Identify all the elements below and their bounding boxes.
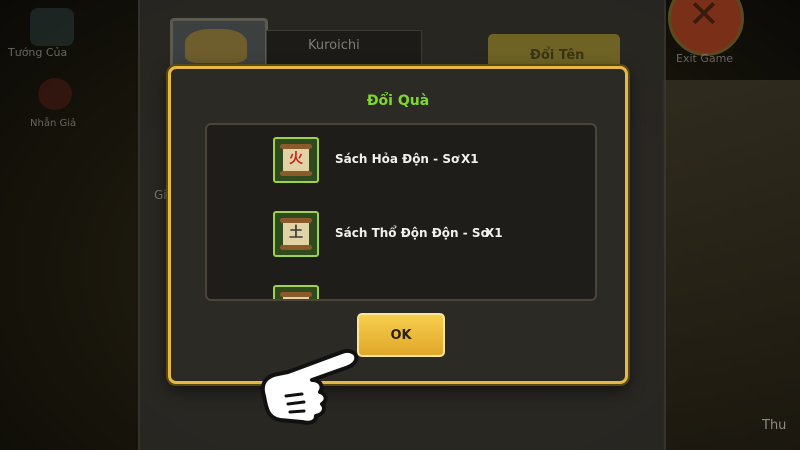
reward-item: 土 Sách Thổ Độn Độn - Sơ X1: [273, 211, 573, 261]
scroll-book-icon: 火: [273, 137, 319, 183]
corner-label: Thu: [762, 418, 787, 433]
reward-item: 火 Sách Hỏa Độn - Sơ X1: [273, 137, 573, 187]
ok-button[interactable]: OK: [357, 313, 445, 357]
scroll-book-icon: [273, 285, 319, 299]
hero-list-label: Tướng Của: [8, 46, 68, 59]
rename-button-label: Đổi Tên: [530, 48, 585, 63]
reward-dialog: Đổi Quà 火 Sách Hỏa Độn - Sơ X1 土 Sách Th…: [168, 66, 628, 384]
reward-item: [273, 285, 573, 299]
close-icon: ✕: [688, 0, 720, 36]
dialog-title: Đổi Quà: [366, 93, 430, 109]
village-scenery: [662, 80, 800, 450]
ninja-label: Nhẫn Giả: [30, 118, 77, 129]
reward-name: Sách Thổ Độn Độn - Sơ: [335, 226, 489, 240]
ninja-icon: [38, 78, 72, 110]
fire-glyph-icon: 火: [289, 151, 303, 167]
exit-label: Exit Game: [676, 52, 734, 65]
hero-list-icon: [30, 8, 74, 46]
gift-code-label: Gi: [154, 188, 167, 202]
reward-quantity: X1: [485, 226, 503, 240]
scroll-book-icon: 土: [273, 211, 319, 257]
reward-quantity: X1: [461, 152, 479, 166]
pointing-hand-icon: [260, 349, 359, 425]
hero-hair: [185, 29, 247, 63]
reward-list[interactable]: 火 Sách Hỏa Độn - Sơ X1 土 Sách Thổ Độn Độ…: [205, 123, 597, 301]
hero-name: Kuroichi: [308, 38, 360, 53]
reward-name: Sách Hỏa Độn - Sơ: [335, 152, 460, 166]
earth-glyph-icon: 土: [289, 225, 303, 241]
